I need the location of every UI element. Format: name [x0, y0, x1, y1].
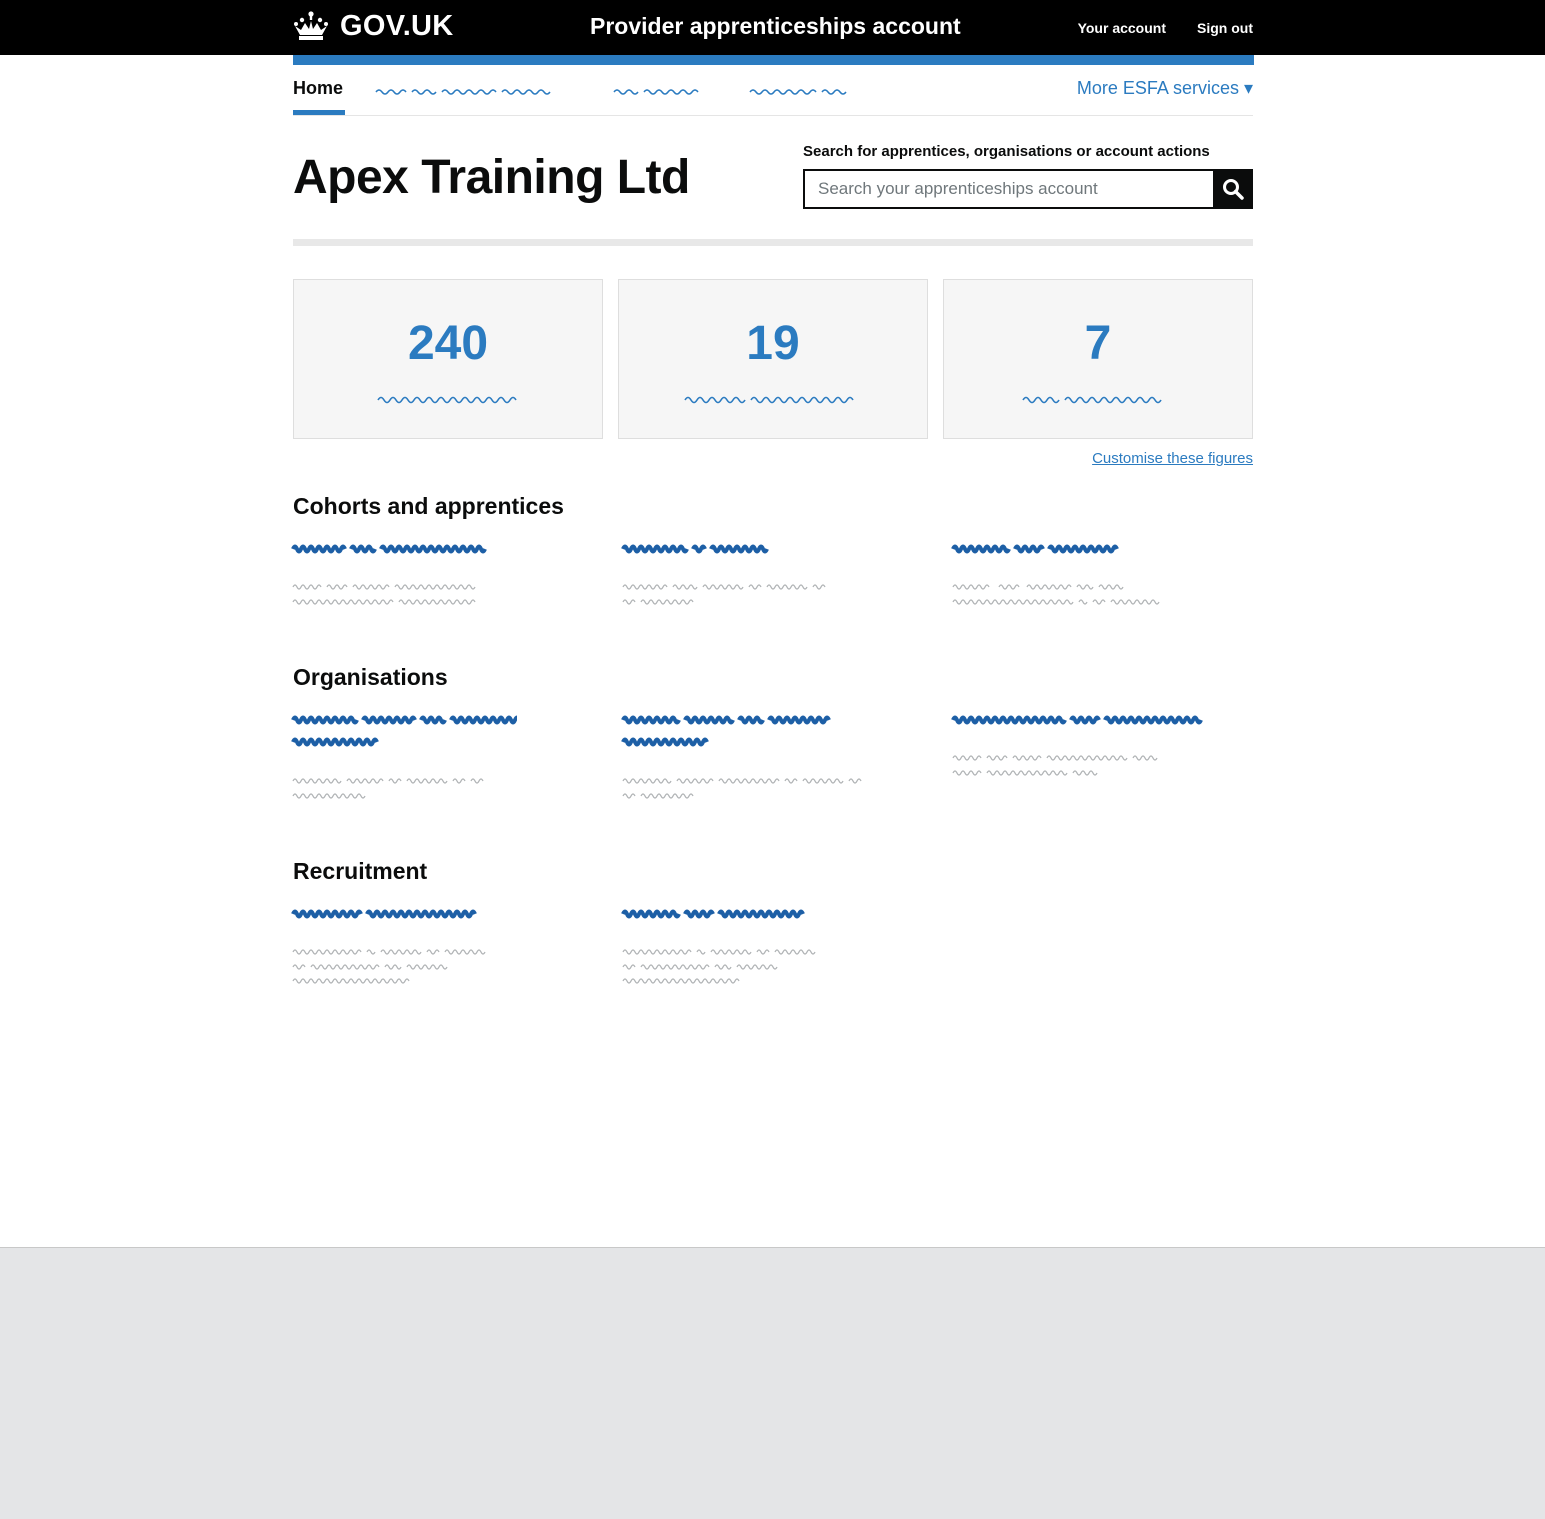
recruitment-desc-2: [622, 949, 816, 984]
global-header: GOV.UK Provider apprenticeships account …: [0, 0, 1545, 55]
cohorts-desc-2: [622, 584, 826, 605]
page-title: Apex Training Ltd: [293, 151, 690, 204]
organisations-desc-3: [952, 755, 1158, 776]
nav-item-home[interactable]: Home: [293, 78, 343, 99]
stat-label-redacted: [684, 396, 854, 404]
govuk-logo-text: GOV.UK: [340, 9, 454, 42]
organisations-link-2[interactable]: [621, 712, 837, 748]
search-input[interactable]: [803, 169, 1214, 209]
service-name[interactable]: Provider apprenticeships account: [590, 13, 961, 40]
search-icon: [1223, 179, 1244, 200]
nav-item-redacted-2[interactable]: [613, 86, 717, 96]
stat-tile-1[interactable]: 240: [293, 279, 603, 439]
stat-value: 19: [746, 317, 800, 370]
nav-item-redacted-3[interactable]: [749, 86, 865, 96]
cohorts-link-1[interactable]: [291, 541, 507, 555]
section-heading-recruitment: Recruitment: [293, 858, 428, 884]
organisations-link-1[interactable]: [291, 712, 517, 748]
nav-item-redacted-1[interactable]: [375, 86, 581, 96]
section-heading-organisations: Organisations: [293, 664, 448, 690]
cohorts-link-2[interactable]: [621, 541, 771, 555]
search-button[interactable]: [1213, 169, 1253, 209]
stat-value: 240: [407, 317, 489, 370]
stat-value: 7: [1084, 317, 1112, 370]
stat-tile-3[interactable]: 7: [943, 279, 1253, 439]
recruitment-link-1[interactable]: [291, 906, 481, 920]
stat-tile-2[interactable]: 19: [618, 279, 928, 439]
sign-out-link[interactable]: Sign out: [1197, 20, 1253, 36]
header-accent-bar: [293, 55, 1254, 65]
header-account-links: Your account Sign out: [1078, 20, 1253, 36]
search-label: Search for apprentices, organisations or…: [803, 143, 1210, 160]
cohorts-desc-3: [952, 584, 1160, 605]
stat-label-redacted: [1022, 396, 1162, 404]
crown-icon: [294, 11, 328, 40]
recruitment-desc-1: [292, 949, 486, 984]
stat-label-redacted: [377, 396, 517, 404]
section-divider: [293, 239, 1253, 246]
page-footer: [0, 1247, 1545, 1519]
organisations-desc-2: [622, 778, 862, 799]
customise-figures-link[interactable]: Customise these figures: [1092, 450, 1253, 467]
recruitment-link-2[interactable]: [621, 906, 811, 920]
cohorts-desc-1: [292, 584, 476, 605]
nav-active-indicator: [293, 110, 345, 115]
section-heading-cohorts: Cohorts and apprentices: [293, 493, 564, 519]
primary-navigation: Home More ESFA services ▾: [293, 65, 1253, 116]
more-esfa-services-menu[interactable]: More ESFA services ▾: [1077, 78, 1253, 99]
your-account-link[interactable]: Your account: [1078, 20, 1166, 36]
organisations-link-3[interactable]: [951, 712, 1209, 726]
cohorts-link-3[interactable]: [951, 541, 1123, 555]
organisations-desc-1: [292, 778, 484, 799]
govuk-logo-link[interactable]: GOV.UK: [293, 8, 454, 44]
header-inner: GOV.UK Provider apprenticeships account …: [293, 0, 1253, 55]
